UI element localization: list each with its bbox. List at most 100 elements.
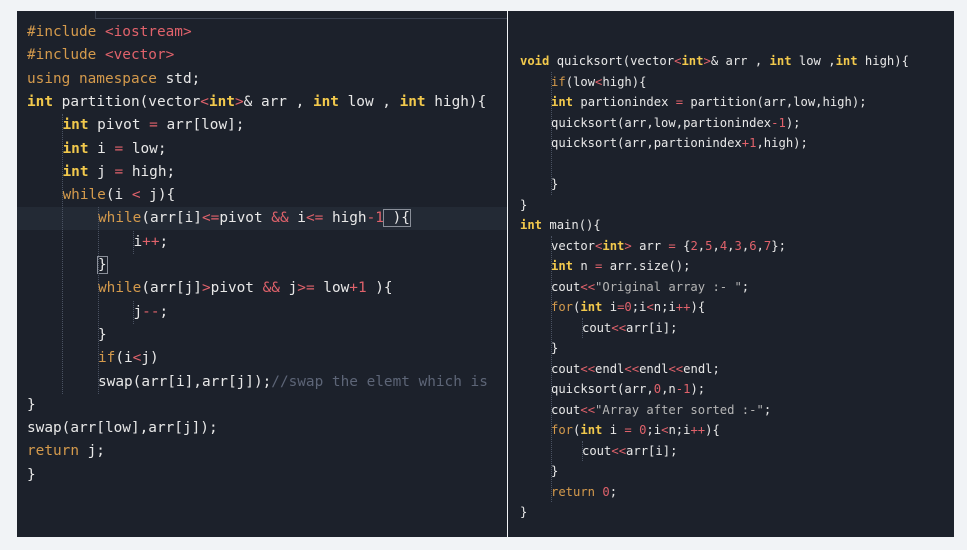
code-token: }; bbox=[771, 238, 786, 253]
code-token: < bbox=[646, 300, 654, 314]
code-token: , bbox=[756, 238, 764, 253]
code-line: while(arr[j]>pivot && j>= low+1 ){ bbox=[17, 277, 507, 300]
code-token: < bbox=[131, 187, 141, 204]
code-token: cout bbox=[582, 320, 612, 335]
code-token: endl bbox=[639, 361, 669, 376]
code-line: quicksort(arr,low,partionindex-1); bbox=[508, 113, 954, 134]
code-token: } bbox=[551, 464, 559, 478]
code-token: endl; bbox=[683, 361, 720, 376]
code-token: n;i bbox=[653, 300, 676, 314]
code-token: high; bbox=[123, 163, 176, 180]
code-token: = bbox=[149, 117, 158, 134]
code-token: = bbox=[624, 423, 632, 437]
code-token: int bbox=[62, 140, 89, 157]
code-token: quicksort(arr,low,partionindex bbox=[551, 115, 772, 130]
code-token: > bbox=[234, 93, 244, 110]
code-token: high){ bbox=[602, 74, 647, 89]
code-token: ); bbox=[785, 115, 801, 130]
code-token: int bbox=[602, 238, 625, 253]
code-token: int bbox=[551, 95, 574, 109]
code-token: int bbox=[27, 93, 53, 110]
code-line: } bbox=[17, 254, 507, 277]
indent-guide bbox=[551, 235, 552, 502]
code-line: } bbox=[508, 174, 954, 195]
code-line: } bbox=[17, 324, 507, 347]
code-token: int bbox=[312, 93, 339, 110]
code-token: cout bbox=[582, 443, 612, 458]
code-token: int bbox=[399, 93, 426, 110]
code-token: -1 bbox=[366, 210, 384, 227]
left-code-editor[interactable]: #include <iostream> #include <vector> usin… bbox=[17, 11, 507, 537]
indent-guide bbox=[98, 207, 99, 394]
code-token: return bbox=[27, 443, 79, 460]
code-token: ){ bbox=[705, 423, 720, 437]
code-token: if bbox=[98, 350, 116, 367]
code-line: return j; bbox=[17, 440, 507, 463]
editor-tab-strip bbox=[95, 11, 507, 19]
code-token: << bbox=[668, 361, 684, 376]
code-line: int i = low; bbox=[17, 138, 507, 161]
code-token: = bbox=[114, 163, 124, 180]
code-token: cout bbox=[551, 279, 581, 294]
code-token: (arr[i] bbox=[141, 210, 202, 227]
code-token: <= bbox=[201, 210, 220, 227]
code-token: (i bbox=[115, 350, 133, 367]
code-token: } bbox=[27, 396, 36, 413]
code-token: ; bbox=[609, 484, 618, 499]
code-token: while bbox=[98, 210, 142, 227]
code-token: ; bbox=[159, 233, 169, 250]
code-token: ,n bbox=[661, 382, 676, 396]
code-token: swap(arr[i],arr[j]); bbox=[98, 373, 272, 390]
code-token: #include bbox=[27, 47, 105, 64]
code-token: ){ bbox=[366, 280, 393, 297]
code-token: low; bbox=[123, 140, 167, 157]
code-token: } bbox=[551, 177, 559, 191]
code-token: j bbox=[133, 303, 143, 320]
code-token: (arr[j] bbox=[141, 280, 202, 297]
indent-guide bbox=[62, 114, 63, 394]
code-token: high){ bbox=[857, 54, 909, 68]
code-token: = bbox=[675, 95, 684, 109]
code-line: void quicksort(vector<int>& arr , int lo… bbox=[508, 51, 954, 72]
code-token: cout bbox=[551, 361, 581, 376]
code-token: <= bbox=[305, 210, 324, 227]
code-line: } bbox=[508, 195, 954, 216]
code-line: int partition(vector<int>& arr , int low… bbox=[17, 91, 507, 114]
code-line: cout<<"Array after sorted :-"; bbox=[508, 400, 954, 421]
code-token: j bbox=[88, 163, 115, 180]
code-line: } bbox=[508, 502, 954, 523]
code-line: for(int i=0;i<n;i++){ bbox=[508, 297, 954, 318]
code-token: int bbox=[580, 300, 603, 314]
code-line: while(i < j){ bbox=[17, 184, 507, 207]
code-token: (low bbox=[565, 74, 596, 89]
code-line: swap(arr[low],arr[j]); bbox=[17, 417, 507, 440]
code-token: 6 bbox=[749, 238, 757, 253]
code-token: , bbox=[712, 238, 720, 253]
code-line: } bbox=[508, 338, 954, 359]
code-token: , bbox=[727, 238, 735, 253]
code-line: cout<<endl<<endl<<endl; bbox=[508, 359, 954, 380]
code-token: << bbox=[580, 279, 596, 294]
code-token: "Original array :- " bbox=[595, 279, 742, 294]
code-token: partition(arr,low,high); bbox=[683, 95, 867, 109]
code-token: ; bbox=[159, 303, 169, 320]
code-token: arr bbox=[631, 238, 669, 253]
code-token: pivot bbox=[88, 117, 150, 134]
indent-guide bbox=[133, 300, 134, 324]
code-token: } bbox=[551, 341, 559, 355]
code-line: int partionindex = partition(arr,low,hig… bbox=[508, 92, 954, 113]
code-token: ;i bbox=[631, 300, 647, 314]
code-token: +1 bbox=[349, 280, 367, 297]
code-token: } bbox=[98, 326, 107, 343]
code-token: i bbox=[88, 140, 115, 157]
code-token: pivot bbox=[219, 210, 272, 227]
code-line: cout<<arr[i]; bbox=[508, 318, 954, 339]
code-token: j bbox=[279, 280, 298, 297]
code-line: cout<<arr[i]; bbox=[508, 441, 954, 462]
code-token: 2 bbox=[690, 238, 698, 253]
code-token: } bbox=[27, 466, 36, 483]
indent-guide bbox=[582, 317, 583, 338]
right-code-editor[interactable]: void quicksort(vector<int>& arr , int lo… bbox=[508, 11, 954, 537]
code-token: for bbox=[551, 423, 574, 437]
